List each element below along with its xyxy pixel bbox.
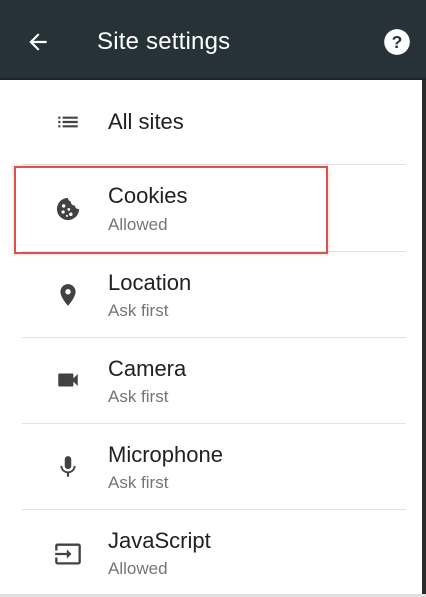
setting-label: Location (108, 270, 192, 295)
setting-status: Allowed (108, 559, 168, 578)
setting-label: JavaScript (108, 528, 211, 553)
cookie-icon (52, 193, 84, 225)
app-bar: Site settings ? (0, 0, 426, 80)
setting-status: Ask first (108, 473, 169, 492)
svg-text:?: ? (392, 32, 403, 52)
setting-label: Camera (108, 356, 187, 381)
microphone-icon (52, 451, 84, 483)
setting-label: Microphone (108, 442, 223, 467)
help-button[interactable]: ? (382, 27, 412, 57)
site-setting-all-sites[interactable]: All sites (0, 80, 426, 166)
back-button[interactable] (22, 26, 54, 58)
arrow-back-icon (29, 33, 47, 51)
javascript-icon (52, 538, 84, 570)
setting-status: Ask first (108, 387, 169, 406)
page-title: Site settings (97, 28, 231, 55)
divider (22, 164, 406, 165)
setting-label: All sites (108, 109, 184, 134)
location-pin-icon (52, 279, 84, 311)
setting-status: Allowed (108, 215, 168, 234)
site-setting-microphone[interactable]: Microphone Ask first (0, 424, 426, 510)
help-circle-icon: ? (384, 29, 410, 55)
site-setting-javascript[interactable]: JavaScript Allowed (0, 510, 426, 596)
site-setting-location[interactable]: Location Ask first (0, 252, 426, 338)
videocam-icon (52, 364, 84, 396)
site-setting-camera[interactable]: Camera Ask first (0, 338, 426, 424)
window-edge (422, 80, 426, 597)
setting-label: Cookies (108, 183, 188, 208)
list-icon (52, 106, 84, 138)
setting-status: Ask first (108, 301, 169, 320)
site-setting-cookies[interactable]: Cookies Allowed (0, 166, 426, 252)
